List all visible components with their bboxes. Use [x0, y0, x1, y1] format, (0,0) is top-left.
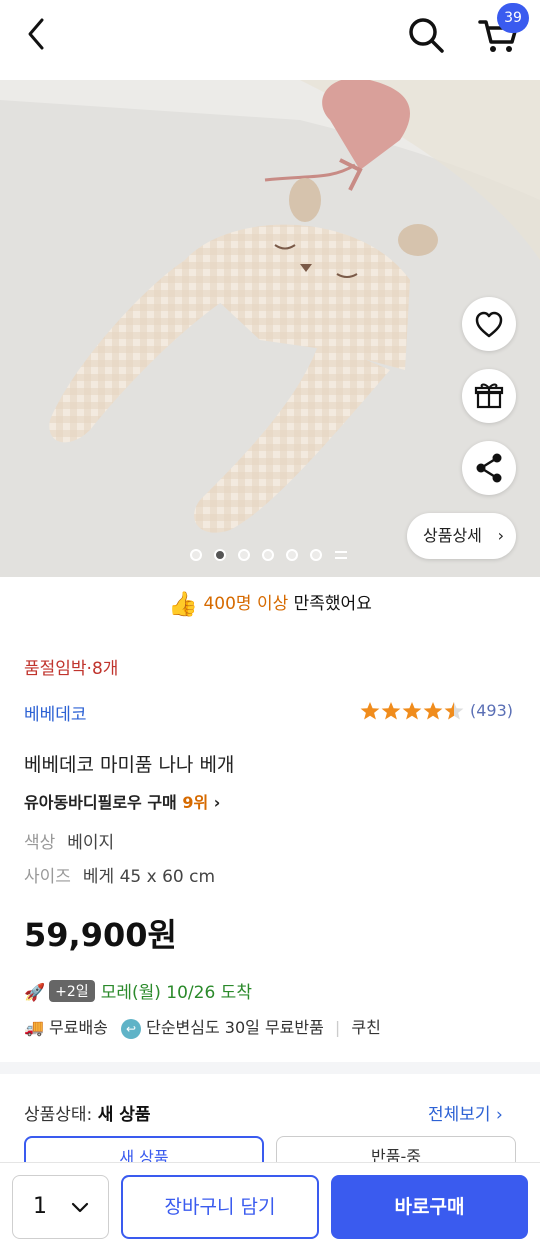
- product-detail-button[interactable]: 상품상세 ›: [407, 513, 516, 559]
- view-all-label: 전체보기: [428, 1105, 491, 1125]
- search-icon: [409, 18, 444, 53]
- page-dot[interactable]: [286, 549, 298, 561]
- page-dot[interactable]: [238, 549, 250, 561]
- delivery-eta: 🚀 +2일 모레(월) 10/26 도착: [24, 978, 252, 1004]
- add-to-cart-button[interactable]: 장바구니 담기: [121, 1175, 319, 1239]
- rating-stars[interactable]: (493): [360, 700, 513, 724]
- rocket-icon: 🚀: [24, 983, 46, 1003]
- chevron-right-icon: ›: [213, 793, 221, 812]
- product-image: [0, 80, 540, 577]
- option-label: 사이즈: [24, 867, 71, 887]
- product-title: 베베데코 마미품 나나 베개: [24, 754, 235, 776]
- rank-number: 9위: [182, 793, 209, 812]
- chevron-right-icon: ›: [497, 526, 504, 545]
- star-rating-icon: [360, 702, 464, 720]
- product-detail-label: 상품상세: [423, 526, 482, 545]
- free-shipping-label: 무료배송: [49, 1018, 108, 1037]
- product-image-carousel[interactable]: [0, 80, 540, 577]
- category-rank-link[interactable]: 유아동바디필로우 구매 9위 ›: [24, 789, 220, 813]
- rank-label: 유아동바디필로우 구매: [24, 793, 183, 812]
- top-header: 39: [0, 0, 540, 70]
- divider: |: [334, 1018, 341, 1037]
- condition-header: 상품상태: 새 상품: [24, 1100, 151, 1125]
- page-dot[interactable]: [262, 549, 274, 561]
- return-icon: ↩: [121, 1019, 141, 1039]
- back-arrow-icon: [28, 18, 44, 50]
- condition-label: 상품상태:: [24, 1105, 98, 1125]
- option-label: 색상: [24, 833, 56, 853]
- search-button[interactable]: [404, 14, 448, 56]
- page-dot[interactable]: [310, 549, 322, 561]
- brand-link[interactable]: 베베데코: [24, 700, 87, 725]
- shipping-info: 🚚 무료배송 ↩ 단순변심도 30일 무료반품 | 쿠친: [24, 1014, 381, 1040]
- option-color: 색상 베이지: [24, 828, 114, 853]
- heart-icon: [475, 311, 503, 338]
- cart-count-badge: 39: [497, 3, 529, 33]
- delivery-date: 모레(월) 10/26 도착: [100, 983, 252, 1003]
- truck-icon: 🚚: [24, 1018, 44, 1037]
- thumbs-up-icon: 👍: [168, 590, 199, 618]
- delivery-days-badge: +2일: [49, 980, 95, 1002]
- gift-button[interactable]: [462, 369, 516, 423]
- share-icon: [476, 453, 502, 483]
- condition-value: 새 상품: [97, 1105, 151, 1125]
- wishlist-button[interactable]: [462, 297, 516, 351]
- chevron-right-icon: ›: [495, 1105, 503, 1125]
- stock-warning: 품절임박·8개: [24, 659, 119, 679]
- seller-label[interactable]: 쿠친: [351, 1018, 380, 1037]
- more-pages-icon: [335, 551, 347, 559]
- chevron-down-icon: [71, 1202, 89, 1213]
- satisfaction-highlight: 400명 이상: [203, 594, 289, 614]
- buy-now-button[interactable]: 바로구매: [331, 1175, 528, 1239]
- page-dot[interactable]: [190, 549, 202, 561]
- view-all-link[interactable]: 전체보기 ›: [428, 1100, 503, 1125]
- satisfaction-banner: 👍 400명 이상 만족했어요: [0, 586, 540, 622]
- purchase-bar: 1 장바구니 담기 바로구매: [0, 1162, 540, 1252]
- option-value: 베게 45 x 60 cm: [82, 867, 216, 887]
- option-value: 베이지: [67, 833, 115, 853]
- option-size: 사이즈 베게 45 x 60 cm: [24, 862, 215, 887]
- back-button[interactable]: [18, 16, 54, 52]
- quantity-value: 1: [33, 1194, 47, 1219]
- product-price: 59,900원: [24, 916, 177, 954]
- gift-icon: [474, 383, 504, 409]
- page-dot-active[interactable]: [214, 549, 226, 561]
- review-count[interactable]: (493): [470, 701, 513, 720]
- share-button[interactable]: [462, 441, 516, 495]
- section-divider: [0, 1062, 540, 1074]
- satisfaction-text: 만족했어요: [288, 594, 372, 614]
- quantity-select[interactable]: 1: [12, 1175, 109, 1239]
- free-return-label: 단순변심도 30일 무료반품: [146, 1018, 324, 1037]
